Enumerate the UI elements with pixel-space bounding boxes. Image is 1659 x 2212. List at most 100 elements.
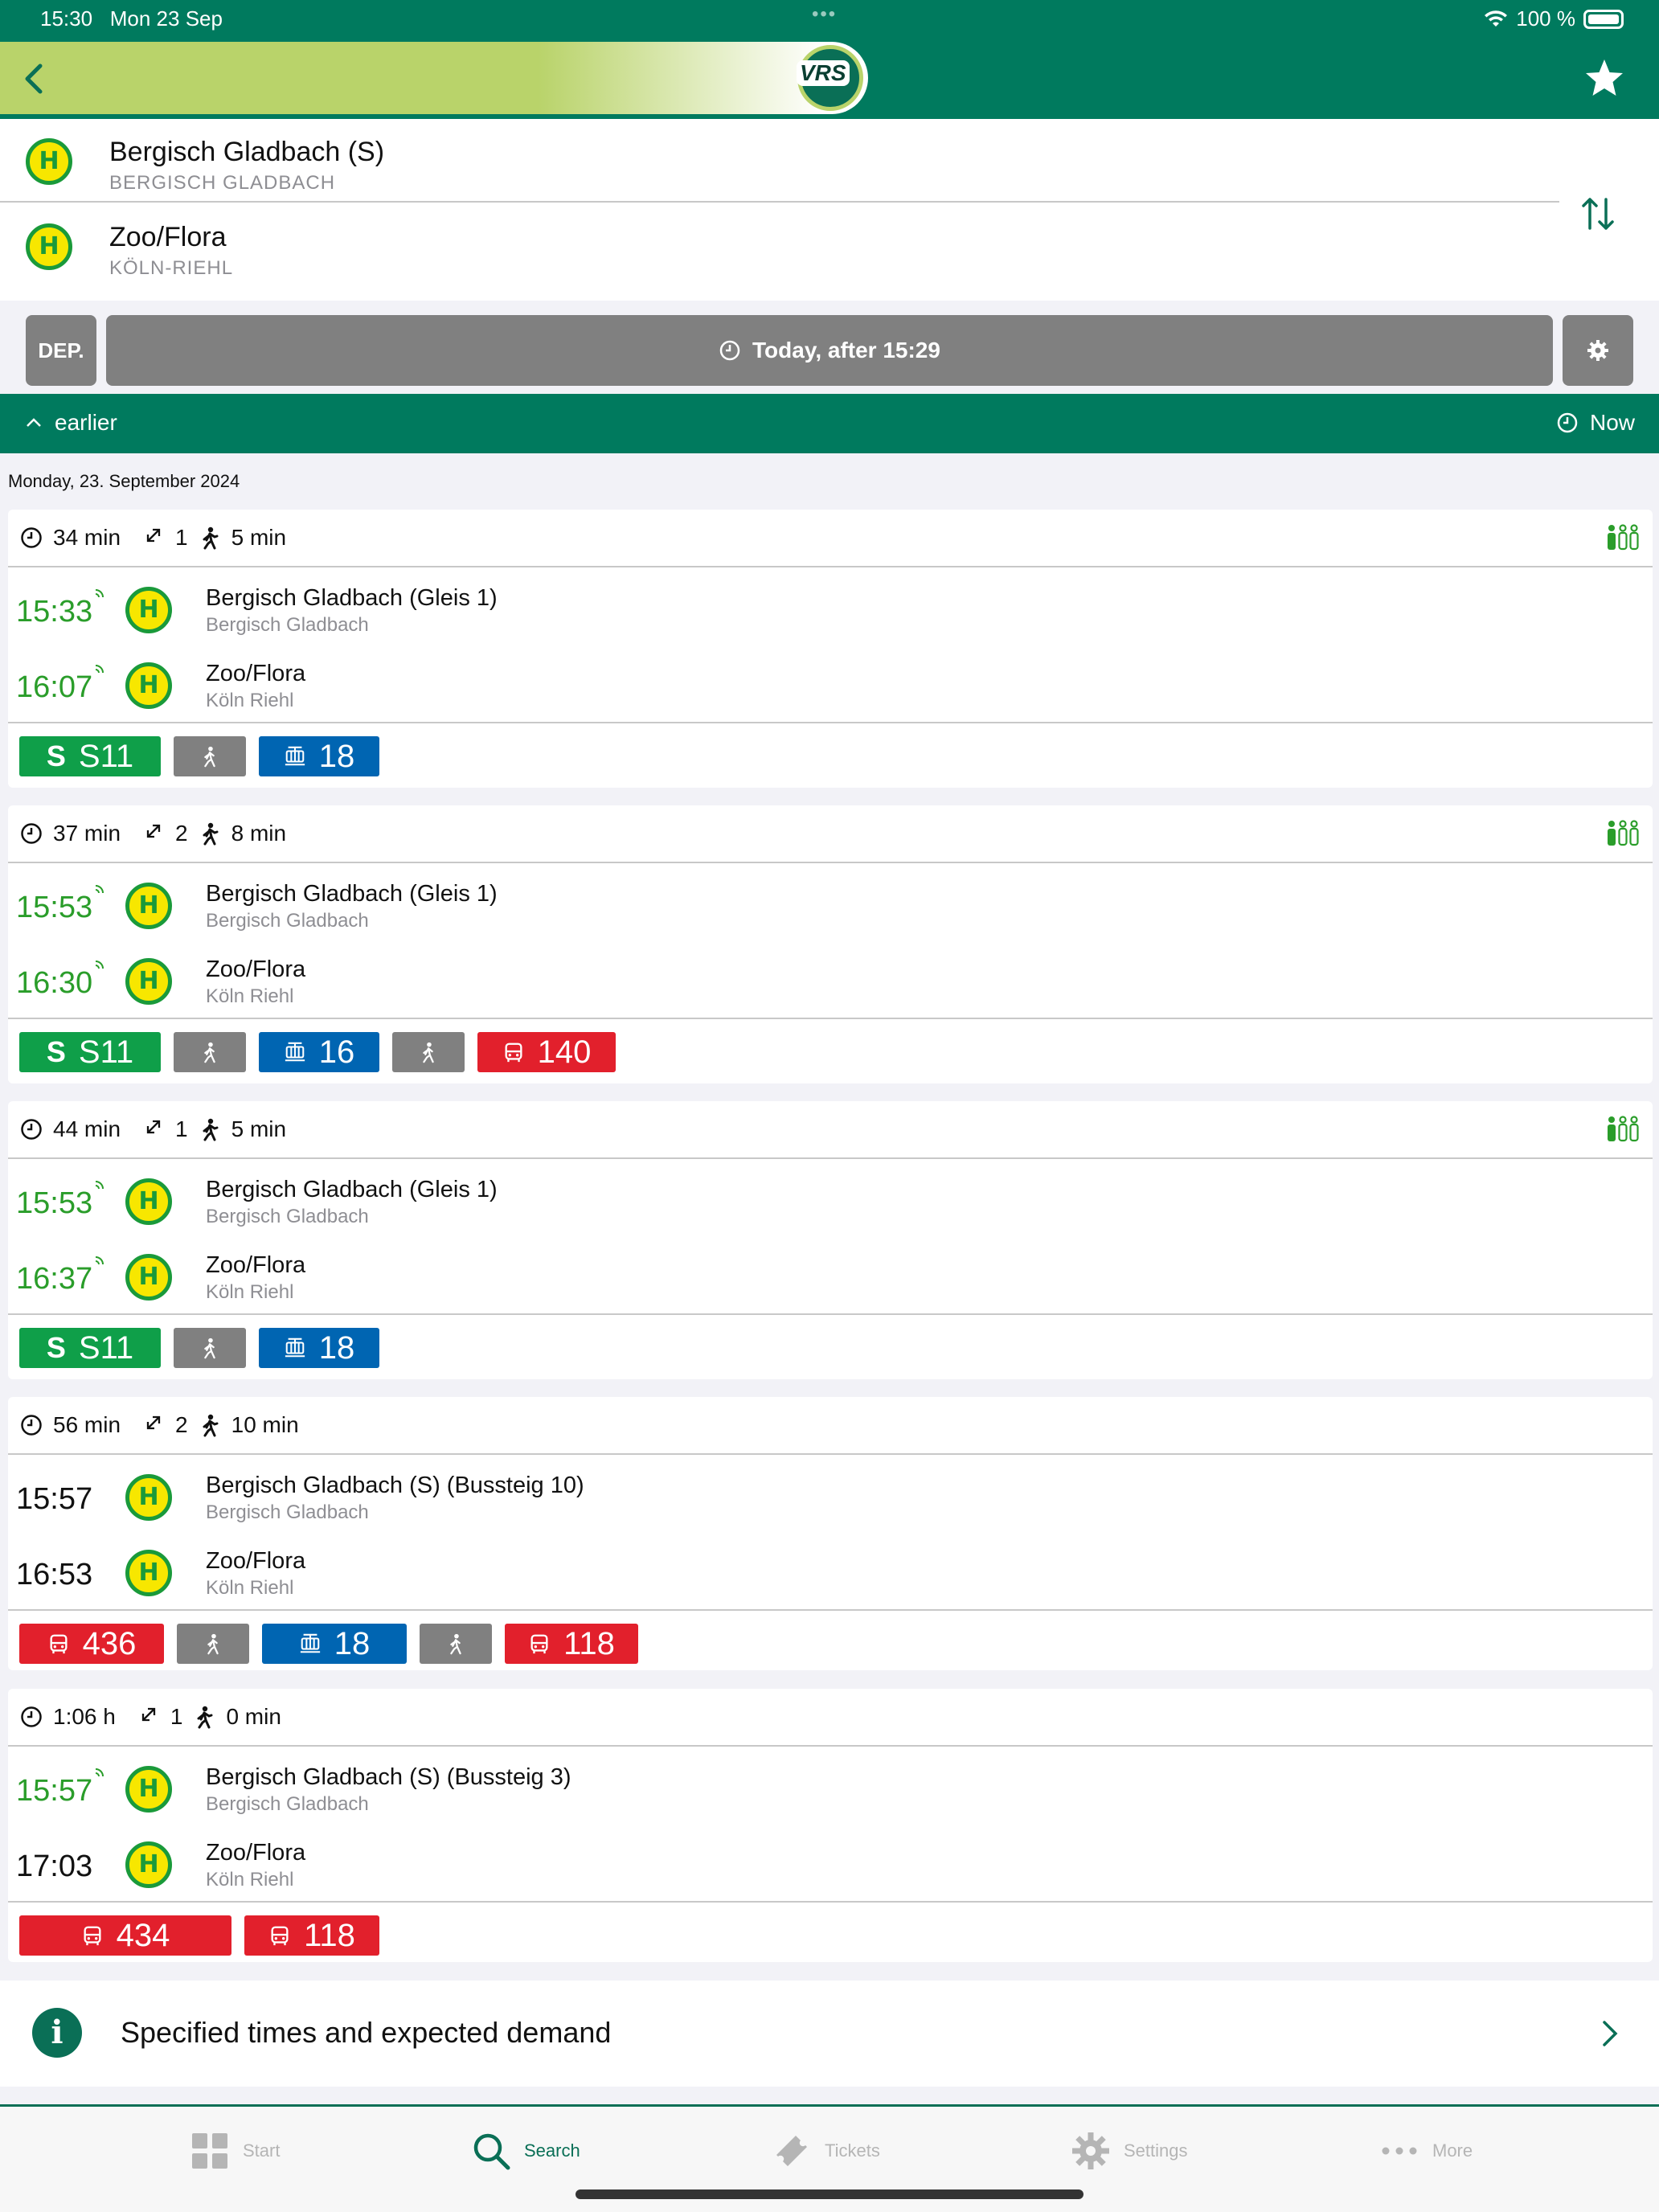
tab-more[interactable]: More	[1379, 2131, 1473, 2171]
line-chip-tram[interactable]: 18	[259, 1328, 379, 1368]
more-dots-icon	[1382, 2147, 1417, 2155]
transfer-icon-wrap	[141, 523, 166, 553]
walk-time: 5 min	[231, 1116, 287, 1141]
bus-icon	[84, 1926, 101, 1946]
departure-mode-button[interactable]: DEP.	[26, 315, 96, 386]
transfer-icon	[146, 528, 161, 542]
route-selector: H Bergisch Gladbach (S) BERGISCH GLADBAC…	[0, 119, 1659, 301]
line-chips: S S11 16 140	[8, 1018, 1653, 1083]
stop-h-icon: H	[125, 1550, 172, 1596]
search-options-button[interactable]	[1563, 315, 1633, 386]
walk-time: 8 min	[231, 821, 287, 846]
arr-time: 17:03	[16, 1849, 93, 1883]
line-chip-bus[interactable]: 434	[19, 1915, 231, 1956]
origin-city: BERGISCH GLADBACH	[109, 172, 336, 194]
line-number: 434	[116, 1917, 170, 1953]
clock-icon	[719, 340, 740, 361]
connection-card[interactable]: 1:06 h 1 0 min 15:57 H Bergisch Gladbach (S) …	[8, 1689, 1653, 1962]
arr-stop: Zoo/Flora	[206, 661, 306, 686]
walk-time: 5 min	[231, 525, 287, 550]
walk-segment-chip[interactable]	[392, 1032, 465, 1072]
line-number: 18	[318, 738, 355, 774]
line-number: S11	[78, 1034, 134, 1070]
arr-stop: Zoo/Flora	[206, 1548, 306, 1574]
walk-segment-chip[interactable]	[174, 1328, 246, 1368]
gear-icon	[1587, 340, 1608, 361]
clock-icon	[21, 1119, 42, 1140]
arr-city: Köln Riehl	[206, 1577, 294, 1599]
line-chip-bus[interactable]: 436	[19, 1624, 164, 1664]
tab-settings[interactable]: Settings	[1071, 2131, 1188, 2171]
line-number: 118	[563, 1625, 615, 1661]
origin-stop[interactable]: H Bergisch Gladbach (S) BERGISCH GLADBAC…	[0, 119, 1559, 203]
line-chip-s[interactable]: S S11	[19, 1032, 161, 1072]
arr-city: Köln Riehl	[206, 1869, 294, 1890]
tab-search[interactable]: Search	[471, 2131, 580, 2171]
line-chips: 436 18 118	[8, 1609, 1653, 1675]
line-chips: S S11 18	[8, 722, 1653, 788]
multitasking-dots[interactable]: •••	[812, 3, 837, 26]
origin-name: Bergisch Gladbach (S)	[109, 137, 385, 167]
line-chip-s[interactable]: S S11	[19, 736, 161, 776]
realtime-icon	[93, 1178, 108, 1193]
connection-card[interactable]: 34 min 1 5 min 15:33 H Bergisch Gladbach (Gle…	[8, 510, 1653, 788]
time-picker-button[interactable]: Today, after 15:29	[106, 315, 1553, 386]
walk-segment-chip[interactable]	[177, 1624, 249, 1664]
tab-label: Tickets	[825, 2140, 880, 2161]
tab-tickets[interactable]: Tickets	[772, 2131, 880, 2171]
vrs-logo: VRS	[797, 45, 863, 111]
walk-segment-chip[interactable]	[174, 736, 246, 776]
walk-segment-chip[interactable]	[420, 1624, 492, 1664]
info-text: Specified times and expected demand	[121, 2016, 612, 2049]
clock-icon	[21, 1415, 42, 1436]
favorite-star-button[interactable]	[1582, 56, 1627, 101]
connection-card[interactable]: 56 min 2 10 min 15:57 H Bergisch Gladbach (S)…	[8, 1397, 1653, 1670]
stop-h-icon: H	[26, 223, 72, 270]
stop-h-icon: H	[26, 138, 72, 185]
walk-icon	[204, 746, 215, 768]
destination-city: KÖLN-RIEHL	[109, 257, 234, 279]
realtime-icon	[93, 1766, 108, 1780]
line-chip-tram[interactable]: 18	[262, 1624, 407, 1664]
s-bahn-icon: S	[46, 1331, 66, 1364]
stop-h-icon: H	[125, 1841, 172, 1888]
status-right: 100 %	[1484, 6, 1624, 31]
home-indicator	[576, 2189, 1083, 2199]
dep-time: 15:33	[16, 595, 93, 629]
walk-segment-chip[interactable]	[174, 1032, 246, 1072]
line-chip-tram[interactable]: 18	[259, 736, 379, 776]
arrival-leg: 16:37 H Zoo/Flora Köln Riehl	[8, 1238, 1653, 1313]
walk-icon	[450, 1633, 461, 1655]
back-button[interactable]	[14, 55, 55, 103]
dep-stop: Bergisch Gladbach (S) (Bussteig 10)	[206, 1473, 584, 1498]
ticket-icon	[776, 2136, 807, 2166]
arr-time: 16:53	[16, 1558, 93, 1591]
line-chip-s[interactable]: S S11	[19, 1328, 161, 1368]
swap-arrows-icon[interactable]	[1575, 191, 1620, 236]
tab-start[interactable]: Start	[190, 2131, 280, 2171]
destination-stop[interactable]: H Zoo/Flora KÖLN-RIEHL	[0, 204, 1559, 288]
line-chip-bus[interactable]: 118	[244, 1915, 379, 1956]
chevron-up-icon	[27, 418, 41, 427]
line-number: 140	[537, 1034, 592, 1070]
dep-stop: Bergisch Gladbach (Gleis 1)	[206, 881, 498, 907]
info-row[interactable]: i Specified times and expected demand	[0, 1981, 1659, 2087]
line-chip-bus[interactable]: 140	[477, 1032, 616, 1072]
tab-label: Search	[524, 2140, 580, 2161]
line-chip-tram[interactable]: 16	[259, 1032, 379, 1072]
line-number: S11	[78, 1329, 134, 1366]
tram-icon	[285, 746, 305, 766]
now-button[interactable]: Now	[1556, 410, 1635, 436]
arrival-leg: 16:30 H Zoo/Flora Köln Riehl	[8, 942, 1653, 1018]
duration: 1:06 h	[53, 1704, 116, 1729]
s-bahn-icon: S	[46, 739, 66, 772]
transfer-icon-wrap	[137, 1702, 161, 1732]
earlier-button[interactable]: earlier	[24, 410, 117, 436]
transfer-icon	[146, 1120, 161, 1133]
walk-time: 0 min	[226, 1704, 281, 1729]
connection-card[interactable]: 44 min 1 5 min 15:53 H Bergisch Gladbach (Gle…	[8, 1101, 1653, 1379]
line-chip-bus[interactable]: 118	[505, 1624, 638, 1664]
connection-card[interactable]: 37 min 2 8 min 15:53 H Bergisch Gladbach (Gle…	[8, 805, 1653, 1083]
stop-h-icon: H	[125, 662, 172, 709]
connection-summary: 34 min 1 5 min	[8, 510, 1653, 567]
